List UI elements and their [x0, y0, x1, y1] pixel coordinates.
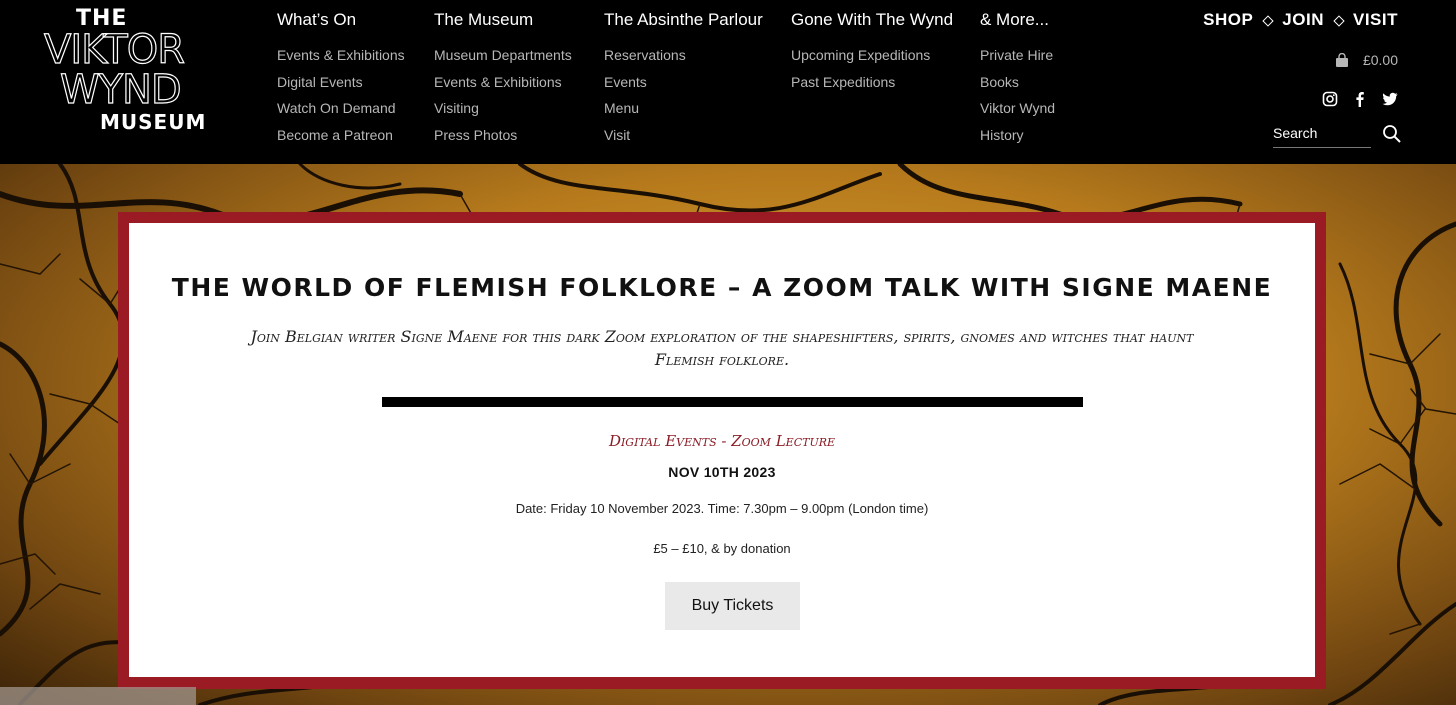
facebook-icon[interactable]	[1352, 91, 1368, 107]
instagram-icon[interactable]	[1322, 91, 1338, 107]
event-card: THE WORLD OF FLEMISH FOLKLORE – A ZOOM T…	[129, 223, 1315, 677]
museum-logo[interactable]: THE VIKTOR WYND MUSEUM	[43, 6, 214, 136]
search-icon[interactable]	[1382, 124, 1402, 144]
nav-whats-on: What’s On Events & Exhibitions Digital E…	[277, 8, 405, 148]
diamond-icon	[1263, 16, 1272, 25]
nav-heading-more[interactable]: & More...	[980, 8, 1055, 36]
nav-heading-absinthe-parlour[interactable]: The Absinthe Parlour	[604, 8, 763, 36]
event-date-details: Date: Friday 10 November 2023. Time: 7.3…	[515, 501, 929, 516]
nav-link[interactable]: Reservations	[604, 42, 763, 69]
nav-link[interactable]: Books	[980, 69, 1055, 96]
search-input[interactable]	[1273, 122, 1371, 144]
divider	[382, 397, 1083, 407]
nav-link[interactable]: Watch On Demand	[277, 95, 405, 122]
nav-link[interactable]: Past Expeditions	[791, 69, 953, 96]
event-price: £5 – £10, & by donation	[653, 541, 791, 556]
cart-total: £0.00	[1362, 52, 1398, 68]
nav-link[interactable]: Press Photos	[434, 122, 572, 149]
site-header: THE VIKTOR WYND MUSEUM What’s On Events …	[0, 0, 1456, 164]
nav-link[interactable]: Events & Exhibitions	[434, 69, 572, 96]
nav-absinthe-parlour: The Absinthe Parlour Reservations Events…	[604, 8, 763, 148]
nav-link[interactable]: Museum Departments	[434, 42, 572, 69]
nav-gone-with-the-wynd: Gone With The Wynd Upcoming Expeditions …	[791, 8, 953, 95]
twitter-icon[interactable]	[1382, 91, 1398, 107]
nav-link[interactable]: Viktor Wynd	[980, 95, 1055, 122]
nav-link[interactable]: History	[980, 122, 1055, 149]
nav-link[interactable]: Events & Exhibitions	[277, 42, 405, 69]
nav-link[interactable]: Digital Events	[277, 69, 405, 96]
hero-background: THE WORLD OF FLEMISH FOLKLORE – A ZOOM T…	[0, 164, 1456, 705]
event-title: THE WORLD OF FLEMISH FOLKLORE – A ZOOM T…	[171, 273, 1273, 302]
nav-link[interactable]: Events	[604, 69, 763, 96]
search-field	[1273, 122, 1371, 148]
nav-the-museum: The Museum Museum Departments Events & E…	[434, 8, 572, 148]
visit-link[interactable]: VISIT	[1353, 10, 1398, 30]
diamond-icon	[1334, 16, 1343, 25]
event-date: NOV 10TH 2023	[668, 464, 776, 480]
logo-line-3: WYND	[59, 67, 182, 113]
cart-link[interactable]: £0.00	[1335, 52, 1398, 68]
nav-link[interactable]: Private Hire	[980, 42, 1055, 69]
shopping-bag-icon	[1335, 52, 1349, 67]
nav-link[interactable]: Visit	[604, 122, 763, 149]
nav-heading-whats-on[interactable]: What’s On	[277, 8, 405, 36]
nav-heading-gone-with-the-wynd[interactable]: Gone With The Wynd	[791, 8, 953, 36]
logo-line-2: VIKTOR	[43, 27, 185, 73]
event-subtitle: Join Belgian writer Signe Maene for this…	[250, 327, 1194, 369]
corner-overlay	[0, 687, 196, 705]
event-category-link[interactable]: Digital Events - Zoom Lecture	[129, 432, 1315, 450]
join-link[interactable]: JOIN	[1282, 10, 1324, 30]
nav-link[interactable]: Become a Patreon	[277, 122, 405, 149]
top-links: SHOP JOIN VISIT	[1203, 10, 1398, 30]
nav-more: & More... Private Hire Books Viktor Wynd…	[980, 8, 1055, 148]
shop-link[interactable]: SHOP	[1203, 10, 1253, 30]
nav-link[interactable]: Upcoming Expeditions	[791, 42, 953, 69]
nav-link[interactable]: Menu	[604, 95, 763, 122]
nav-link[interactable]: Visiting	[434, 95, 572, 122]
social-links	[1322, 91, 1398, 107]
nav-heading-the-museum[interactable]: The Museum	[434, 8, 572, 36]
buy-tickets-button[interactable]: Buy Tickets	[665, 582, 800, 630]
event-card-frame: THE WORLD OF FLEMISH FOLKLORE – A ZOOM T…	[118, 212, 1326, 689]
logo-line-4: MUSEUM	[100, 110, 207, 134]
